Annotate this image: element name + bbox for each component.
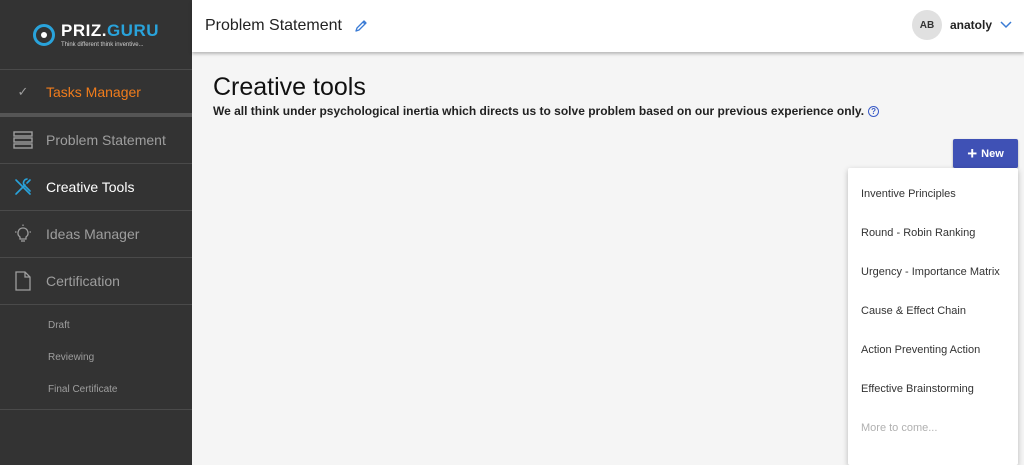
main-content: Creative tools We all think under psycho…	[192, 52, 1024, 465]
sidebar-item-problem-statement[interactable]: Problem Statement	[0, 117, 192, 164]
sidebar-item-label: Creative Tools	[46, 179, 135, 195]
sidebar-subitem-draft[interactable]: Draft	[0, 309, 192, 341]
sidebar-item-certification[interactable]: Certification	[0, 258, 192, 305]
sidebar-subitem-reviewing[interactable]: Reviewing	[0, 341, 192, 373]
menu-item-effective-brainstorming[interactable]: Effective Brainstorming	[848, 369, 1018, 408]
layers-icon	[0, 131, 46, 149]
project-title: Problem Statement	[205, 17, 342, 34]
tools-icon	[0, 177, 46, 197]
sidebar: PRIZ.GURU Think different think inventiv…	[0, 0, 192, 465]
menu-item-more-to-come: More to come...	[861, 421, 938, 434]
lightbulb-icon	[0, 224, 46, 244]
sidebar-item-label: Certification	[46, 273, 120, 289]
top-header: Problem Statement AB anatoly	[192, 0, 1024, 52]
menu-item-round-robin-ranking[interactable]: Round - Robin Ranking	[848, 213, 1018, 252]
sidebar-item-creative-tools[interactable]: Creative Tools	[0, 164, 192, 211]
user-menu[interactable]: AB anatoly	[911, 10, 1012, 40]
check-icon: ✓	[17, 83, 29, 99]
menu-item-inventive-principles[interactable]: Inventive Principles	[848, 174, 1018, 213]
sidebar-item-label: Tasks Manager	[46, 83, 141, 100]
page-subtitle: We all think under psychological inertia…	[213, 104, 865, 118]
logo-name-accent: GURU	[106, 21, 159, 40]
username[interactable]: anatoly	[950, 18, 992, 32]
pencil-icon[interactable]	[354, 19, 368, 33]
sidebar-item-ideas-manager[interactable]: Ideas Manager	[0, 211, 192, 258]
logo-icon	[32, 23, 55, 46]
menu-item-urgency-importance-matrix[interactable]: Urgency - Importance Matrix	[848, 252, 1018, 291]
avatar[interactable]: AB	[911, 10, 942, 40]
logo-name: PRIZ.	[60, 21, 107, 40]
page-title: Creative tools	[213, 73, 366, 101]
certification-sub-list: Draft Reviewing Final Certificate	[0, 305, 192, 410]
sidebar-item-label: Problem Statement	[46, 132, 166, 148]
chevron-down-icon[interactable]	[1000, 16, 1012, 34]
sidebar-item-tasks-manager[interactable]: ✓ Tasks Manager	[0, 70, 192, 117]
logo[interactable]: PRIZ.GURU Think different think inventiv…	[0, 0, 192, 70]
new-button[interactable]: + New	[953, 139, 1018, 168]
sidebar-item-label: Ideas Manager	[46, 226, 140, 242]
menu-item-action-preventing-action[interactable]: Action Preventing Action	[848, 330, 1018, 369]
help-icon[interactable]: ?	[868, 105, 880, 117]
sidebar-subitem-final-certificate[interactable]: Final Certificate	[0, 373, 192, 405]
logo-tagline: Think different think inventive...	[60, 42, 144, 48]
plus-icon: +	[967, 143, 978, 163]
menu-item-cause-effect-chain[interactable]: Cause & Effect Chain	[848, 291, 1018, 330]
document-icon	[0, 271, 46, 291]
new-tool-dropdown-menu: Inventive Principles Round - Robin Ranki…	[848, 168, 1018, 465]
new-button-label: New	[981, 147, 1004, 160]
